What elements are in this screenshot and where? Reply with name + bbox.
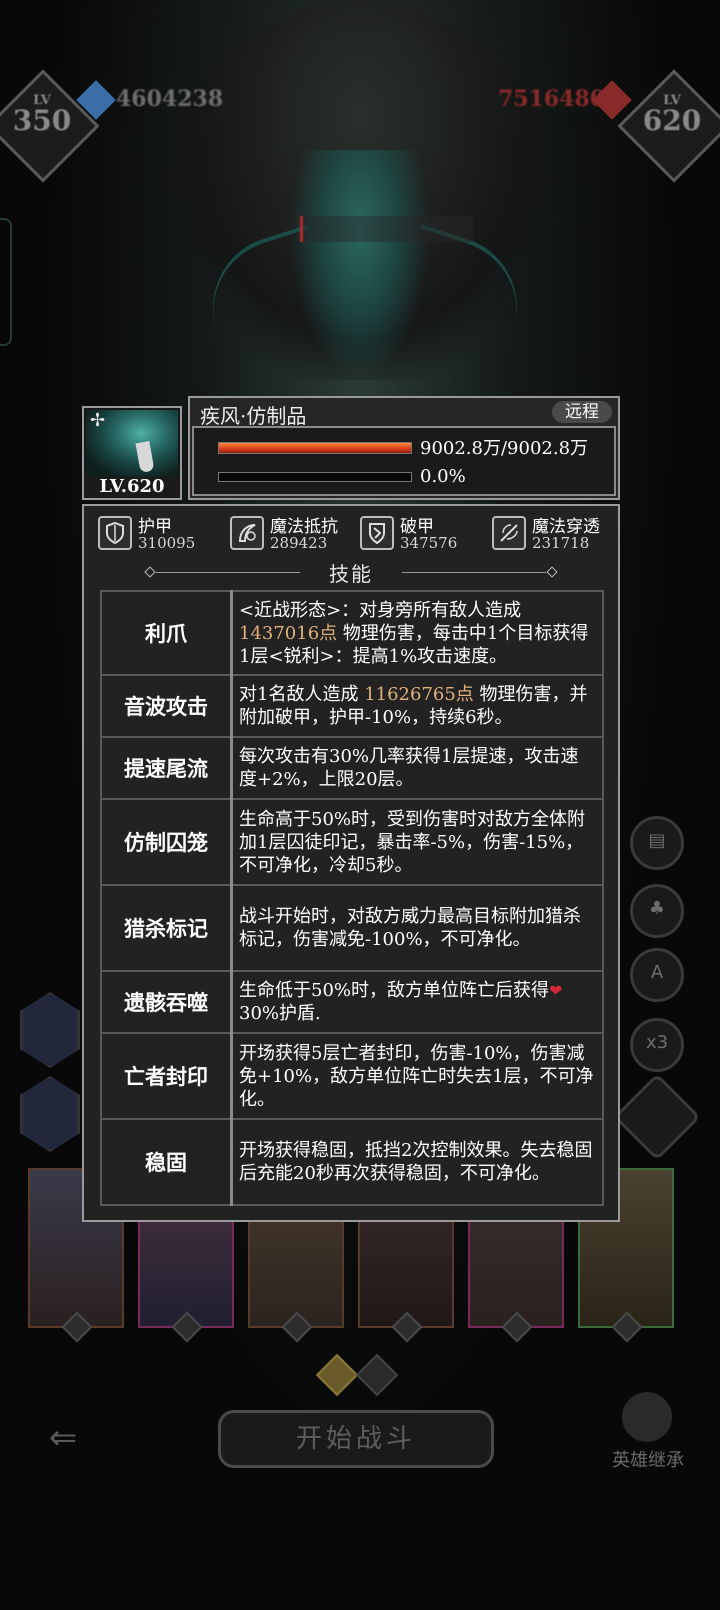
skills-heading: 技能 <box>84 558 618 586</box>
magic-penetration-icon <box>492 516 526 550</box>
skill-row: 亡者封印 开场获得5层亡者封印，伤害-10%，伤害减免+10%，敌方单位阵亡时失去… <box>100 1032 604 1120</box>
skill-text-tail: 30%护盾. <box>239 1003 321 1024</box>
skill-name: 遗骸吞噬 <box>100 970 233 1034</box>
back-arrow-icon[interactable]: ⇐ <box>38 1418 88 1458</box>
shield-text: 0.0% <box>420 466 466 487</box>
skill-text: 生命高于50%时，受到伤害时对敌方全体附加1层囚徒印记，暴击率-5%，伤害-15… <box>239 808 586 876</box>
skill-name: 稳固 <box>100 1118 233 1206</box>
skill-row: 利爪 <近战形态>：对身旁所有敌人造成1437016点 物理伤害，每击中1个目标获… <box>100 590 604 676</box>
broken-heart-icon: ❤ <box>549 981 563 1000</box>
skill-description: 生命低于50%时，敌方单位阵亡后获得❤ 30%护盾. <box>230 970 604 1034</box>
enemy-header: 疾风·仿制品 远程 9002.8万/9002.8万 0.0% <box>188 396 620 500</box>
shield-bar <box>218 472 412 482</box>
page-indicator-active[interactable] <box>315 1353 359 1397</box>
range-badge: 远程 <box>552 401 612 423</box>
speed-label: x3 <box>645 1032 669 1053</box>
enemy-level-value: 620 <box>642 104 702 137</box>
skill-text: 每次攻击有30%几率获得1层提速，攻击速度+2%，上限20层。 <box>239 746 579 790</box>
hero-inherit-icon[interactable] <box>622 1392 672 1442</box>
skill-damage-number: 1437016点 <box>239 622 338 644</box>
skill-description: 每次攻击有30%几率获得1层提速，攻击速度+2%，上限20层。 <box>230 736 604 800</box>
hp-bar-fill <box>219 443 411 453</box>
enemy-level: LV 620 <box>627 94 717 135</box>
hp-text: 9002.8万/9002.8万 <box>420 438 589 459</box>
enemy-bars: 9002.8万/9002.8万 0.0% <box>192 426 616 496</box>
skill-text: 对1名敌人造成 <box>239 684 365 705</box>
hero-portrait-button[interactable] <box>613 1073 701 1161</box>
formation-button[interactable]: ♣ <box>630 884 684 938</box>
player-level-value: 350 <box>12 104 72 137</box>
skill-text: 开场获得5层亡者封印，伤害-10%，伤害减免+10%，敌方单位阵亡时失去1层，不… <box>239 1042 594 1110</box>
skill-text: 生命低于50%时，敌方单位阵亡后获得 <box>239 980 550 1001</box>
enemy-name: 疾风·仿制品 <box>200 404 307 428</box>
skill-row: 提速尾流 每次攻击有30%几率获得1层提速，攻击速度+2%，上限20层。 <box>100 736 604 800</box>
codex-button[interactable]: ▤ <box>630 816 684 870</box>
divider-line-right <box>402 572 546 573</box>
boss-nameplate <box>300 216 473 242</box>
skill-name: 音波攻击 <box>100 674 233 738</box>
left-side-tab[interactable] <box>0 218 12 346</box>
skill-row: 仿制囚笼 生命高于50%时，受到伤害时对敌方全体附加1层囚徒印记，暴击率-5%，伤… <box>100 798 604 886</box>
skill-slot-2[interactable] <box>20 1076 80 1152</box>
hp-bar <box>218 442 412 454</box>
armor-break-icon <box>360 516 394 550</box>
skill-description: 生命高于50%时，受到伤害时对敌方全体附加1层囚徒印记，暴击率-5%，伤害-15… <box>230 798 604 886</box>
skill-text: 战斗开始时，对敌方威力最高目标附加猎杀标记，伤害减免-100%，不可净化。 <box>239 906 581 950</box>
skill-row: 音波攻击 对1名敌人造成 11626765点 物理伤害，并附加破甲，护甲-10%，… <box>100 674 604 738</box>
enemy-level-label: LV.620 <box>84 476 180 498</box>
page-indicator[interactable] <box>355 1353 399 1397</box>
auto-button[interactable]: A <box>630 948 684 1002</box>
skill-name: 仿制囚笼 <box>100 798 233 886</box>
skill-description: <近战形态>：对身旁所有敌人造成1437016点 物理伤害，每击中1个目标获得1… <box>230 590 604 676</box>
stat-value: 347576 <box>400 534 458 552</box>
speed-button[interactable]: x3 <box>630 1018 684 1072</box>
enemy-detail-panel: 护甲 310095 魔法抵抗 289423 破甲 347576 魔法穿透 231… <box>82 504 620 1222</box>
skill-description: 战斗开始时，对敌方威力最高目标附加猎杀标记，伤害减免-100%，不可净化。 <box>230 884 604 972</box>
stat-value: 289423 <box>270 534 328 552</box>
enemy-power: 7516480 <box>498 86 606 112</box>
skill-name: 利爪 <box>100 590 233 676</box>
skill-name: 提速尾流 <box>100 736 233 800</box>
player-power: 4604238 <box>116 86 224 112</box>
player-level: LV 350 <box>0 94 87 135</box>
skill-description: 开场获得5层亡者封印，伤害-10%，伤害减免+10%，敌方单位阵亡时失去1层，不… <box>230 1032 604 1120</box>
hero-inherit-label[interactable]: 英雄继承 <box>606 1446 690 1472</box>
skill-damage-number: 11626765点 <box>364 684 474 705</box>
magic-resist-icon <box>230 516 264 550</box>
skill-name: 猎杀标记 <box>100 884 233 972</box>
skill-row: 猎杀标记 战斗开始时，对敌方威力最高目标附加猎杀标记，伤害减免-100%，不可净化… <box>100 884 604 972</box>
skill-row: 稳固 开场获得稳固，抵挡2次控制效果。失去稳固后充能20秒再次获得稳固，不可净化。 <box>100 1118 604 1206</box>
skill-description: 开场获得稳固，抵挡2次控制效果。失去稳固后充能20秒再次获得稳固，不可净化。 <box>230 1118 604 1206</box>
enemy-creature-sprite <box>290 150 430 380</box>
skill-text: <近战形态>：对身旁所有敌人造成 <box>239 599 522 621</box>
skill-text: 开场获得稳固，抵挡2次控制效果。失去稳固后充能20秒再次获得稳固，不可净化。 <box>239 1140 593 1184</box>
skill-slot-1[interactable] <box>20 992 80 1068</box>
ranged-class-icon: ✢ <box>90 410 106 431</box>
stat-value: 310095 <box>138 534 196 552</box>
armor-shield-icon <box>98 516 132 550</box>
skill-row: 遗骸吞噬 生命低于50%时，敌方单位阵亡后获得❤ 30%护盾. <box>100 970 604 1034</box>
stat-value: 231718 <box>532 534 590 552</box>
skill-name: 亡者封印 <box>100 1032 233 1120</box>
enemy-portrait: ✢ LV.620 <box>82 406 182 500</box>
skills-table: 利爪 <近战形态>：对身旁所有敌人造成1437016点 物理伤害，每击中1个目标获… <box>100 590 604 1206</box>
skill-description: 对1名敌人造成 11626765点 物理伤害，并附加破甲，护甲-10%，持续6秒… <box>230 674 604 738</box>
start-battle-button[interactable]: 开始战斗 <box>218 1410 494 1468</box>
